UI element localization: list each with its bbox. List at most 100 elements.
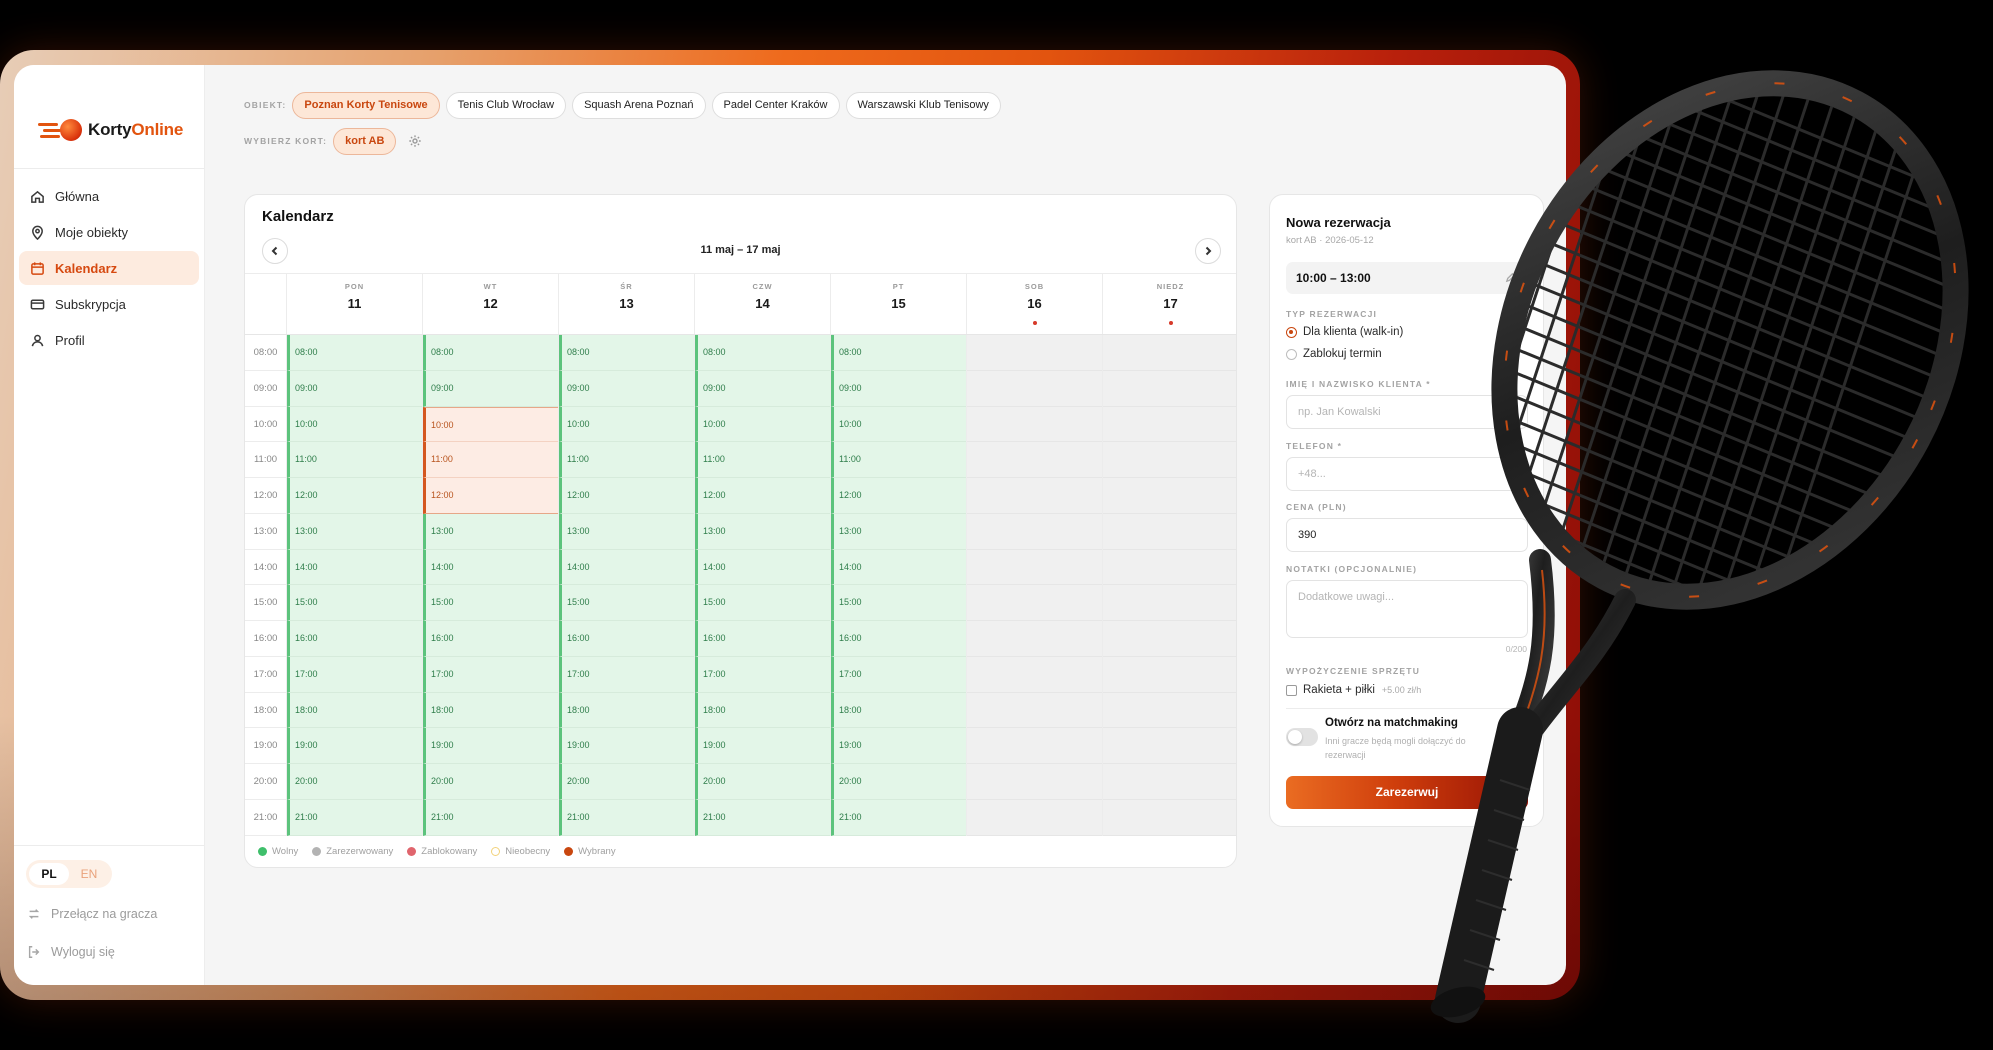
free-slot[interactable]: 13:00 — [287, 513, 422, 550]
free-slot[interactable]: 09:00 — [831, 370, 966, 407]
free-slot[interactable]: 16:00 — [831, 621, 966, 657]
free-slot[interactable]: 11:00 — [559, 442, 694, 478]
free-slot[interactable]: 08:00 — [831, 335, 966, 371]
free-slot[interactable]: 10:00 — [831, 406, 966, 443]
free-slot[interactable]: 15:00 — [559, 585, 694, 621]
reservation-type-label: TYP REZERWACJI — [1286, 309, 1378, 319]
free-slot[interactable]: 18:00 — [423, 692, 558, 729]
facility-chip[interactable]: Tenis Club Wrocław — [445, 91, 567, 119]
sidebar-item-user[interactable]: Profil — [19, 323, 199, 357]
day-date: 17 — [1163, 296, 1178, 311]
free-slot[interactable]: 09:00 — [695, 370, 830, 407]
free-slot[interactable]: 14:00 — [559, 549, 694, 586]
next-week-button[interactable] — [1195, 238, 1221, 264]
lang-en-button[interactable]: EN — [69, 863, 109, 885]
free-slot[interactable]: 08:00 — [559, 335, 694, 371]
free-slot[interactable]: 17:00 — [287, 656, 422, 693]
free-slot[interactable]: 21:00 — [287, 799, 422, 836]
free-slot[interactable]: 21:00 — [831, 799, 966, 836]
legend-item: Zablokowany — [407, 846, 477, 857]
free-slot[interactable]: 21:00 — [423, 799, 558, 836]
free-slot[interactable]: 09:00 — [423, 370, 558, 407]
free-slot[interactable]: 13:00 — [423, 513, 558, 550]
legend-item: Wybrany — [564, 846, 616, 857]
free-slot[interactable]: 12:00 — [831, 478, 966, 514]
free-slot[interactable]: 12:00 — [695, 478, 830, 514]
logout-link[interactable]: Wyloguj się — [27, 940, 204, 964]
free-slot[interactable]: 19:00 — [287, 728, 422, 764]
free-slot[interactable]: 09:00 — [287, 370, 422, 407]
free-slot[interactable]: 14:00 — [423, 549, 558, 586]
free-slot[interactable]: 16:00 — [559, 621, 694, 657]
selected-slot[interactable]: 12:00 — [423, 478, 558, 514]
free-slot[interactable]: 17:00 — [559, 656, 694, 693]
sidebar-item-map-pin[interactable]: Moje obiekty — [19, 215, 199, 249]
free-slot[interactable]: 19:00 — [423, 728, 558, 764]
free-slot[interactable]: 17:00 — [423, 656, 558, 693]
free-slot[interactable]: 10:00 — [287, 406, 422, 443]
facility-chip[interactable]: Squash Arena Poznań — [572, 91, 706, 119]
free-slot[interactable]: 20:00 — [695, 764, 830, 800]
free-slot[interactable]: 08:00 — [423, 335, 558, 371]
facility-chip[interactable]: Warszawski Klub Tenisowy — [845, 91, 1001, 119]
switch-to-player-link[interactable]: Przełącz na gracza — [27, 902, 204, 926]
free-slot[interactable]: 19:00 — [695, 728, 830, 764]
free-slot[interactable]: 10:00 — [695, 406, 830, 443]
gear-icon[interactable] — [408, 134, 422, 148]
sidebar-item-card[interactable]: Subskrypcja — [19, 287, 199, 321]
free-slot[interactable]: 18:00 — [695, 692, 830, 729]
free-slot[interactable]: 14:00 — [695, 549, 830, 586]
free-slot[interactable]: 20:00 — [831, 764, 966, 800]
free-slot[interactable]: 12:00 — [287, 478, 422, 514]
free-slot[interactable]: 14:00 — [831, 549, 966, 586]
free-slot[interactable]: 13:00 — [559, 513, 694, 550]
free-slot[interactable]: 20:00 — [423, 764, 558, 800]
lang-pl-button[interactable]: PL — [29, 863, 69, 885]
selected-slot[interactable]: 10:00 — [423, 406, 558, 443]
free-slot[interactable]: 11:00 — [287, 442, 422, 478]
free-slot[interactable]: 08:00 — [695, 335, 830, 371]
free-slot[interactable]: 09:00 — [559, 370, 694, 407]
free-slot[interactable]: 11:00 — [695, 442, 830, 478]
free-slot[interactable]: 20:00 — [287, 764, 422, 800]
unavailable-slot — [1103, 513, 1236, 550]
free-slot[interactable]: 16:00 — [695, 621, 830, 657]
free-slot[interactable]: 15:00 — [423, 585, 558, 621]
free-slot[interactable]: 18:00 — [287, 692, 422, 729]
free-slot[interactable]: 18:00 — [831, 692, 966, 729]
free-slot[interactable]: 16:00 — [423, 621, 558, 657]
free-slot[interactable]: 17:00 — [695, 656, 830, 693]
unavailable-slot — [967, 478, 1102, 514]
free-slot[interactable]: 19:00 — [831, 728, 966, 764]
selected-slot[interactable]: 11:00 — [423, 442, 558, 478]
free-slot[interactable]: 15:00 — [287, 585, 422, 621]
type-block-radio[interactable]: Zablokuj termin — [1286, 348, 1382, 360]
free-slot[interactable]: 19:00 — [559, 728, 694, 764]
free-slot[interactable]: 13:00 — [695, 513, 830, 550]
free-slot[interactable]: 21:00 — [559, 799, 694, 836]
day-header: WT 12 — [423, 274, 559, 334]
free-slot[interactable]: 17:00 — [831, 656, 966, 693]
free-slot[interactable]: 13:00 — [831, 513, 966, 550]
free-slot[interactable]: 18:00 — [559, 692, 694, 729]
free-slot[interactable]: 15:00 — [695, 585, 830, 621]
free-slot[interactable]: 15:00 — [831, 585, 966, 621]
free-slot[interactable]: 08:00 — [287, 335, 422, 371]
time-column: 08:00 09:00 10:00 11:00 12:00 13:00 14:00 15:00… — [245, 335, 287, 836]
court-chip[interactable]: kort AB — [333, 127, 397, 155]
free-slot[interactable]: 10:00 — [559, 406, 694, 443]
matchmaking-toggle[interactable] — [1286, 728, 1318, 746]
free-slot[interactable]: 14:00 — [287, 549, 422, 586]
free-slot[interactable]: 12:00 — [559, 478, 694, 514]
logo[interactable]: KortyOnline — [14, 65, 204, 150]
sidebar-item-calendar[interactable]: Kalendarz — [19, 251, 199, 285]
free-slot[interactable]: 20:00 — [559, 764, 694, 800]
sidebar-item-home[interactable]: Główna — [19, 179, 199, 213]
type-walkin-radio[interactable]: Dla klienta (walk-in) — [1286, 326, 1403, 338]
free-slot[interactable]: 21:00 — [695, 799, 830, 836]
facility-chip[interactable]: Poznan Korty Tenisowe — [292, 91, 440, 119]
free-slot[interactable]: 16:00 — [287, 621, 422, 657]
unavailable-slot — [1103, 442, 1236, 478]
facility-chip[interactable]: Padel Center Kraków — [711, 91, 840, 119]
free-slot[interactable]: 11:00 — [831, 442, 966, 478]
